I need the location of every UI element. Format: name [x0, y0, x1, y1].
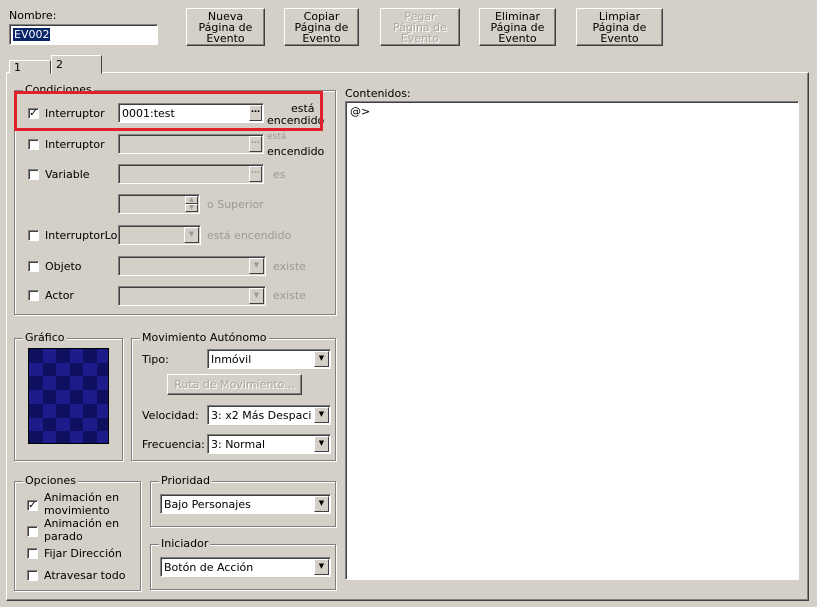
speed-dropdown-icon[interactable]: ▼: [314, 407, 329, 423]
through-label: Atravesar todo: [44, 569, 126, 582]
variable-operand-suffix: o Superior: [207, 198, 264, 211]
tab-page-2[interactable]: 2: [51, 55, 102, 74]
options-legend: Opciones: [23, 474, 78, 487]
delete-page-button[interactable]: Eliminar Página de Evento: [479, 8, 556, 46]
item-suffix: existe: [273, 260, 306, 273]
actor-checkbox[interactable]: [28, 290, 39, 301]
variable-field[interactable]: …: [118, 164, 264, 184]
contents-label: Contenidos:: [345, 87, 411, 100]
name-input[interactable]: EV002: [9, 24, 158, 45]
switch2-checkbox[interactable]: [28, 139, 39, 150]
item-select[interactable]: ▼: [118, 256, 266, 276]
walk-anim-label: Animación en movimiento: [44, 491, 120, 517]
movement-type-label: Tipo:: [142, 353, 169, 366]
direction-fix-label: Fijar Dirección: [44, 547, 122, 560]
move-route-button[interactable]: Ruta de Movimiento...: [167, 374, 302, 395]
copy-page-button[interactable]: Copiar Página de Evento: [284, 8, 359, 46]
item-checkbox[interactable]: [28, 261, 39, 272]
actor-label: Actor: [45, 289, 74, 302]
graphic-legend: Gráfico: [23, 331, 67, 344]
actor-select[interactable]: ▼: [118, 286, 266, 306]
graphic-sprite: [29, 349, 108, 443]
step-anim-checkbox[interactable]: [27, 526, 38, 537]
autonomous-movement-legend: Movimiento Autónomo: [140, 331, 269, 344]
local-switch-checkbox[interactable]: [28, 230, 39, 241]
variable-browse-button[interactable]: …: [249, 166, 262, 182]
actor-suffix: existe: [273, 289, 306, 302]
trigger-select[interactable]: Botón de Acción ▼: [160, 557, 331, 577]
spin-down-icon[interactable]: ▼: [185, 204, 198, 212]
spin-up-icon[interactable]: ▲: [185, 196, 198, 204]
variable-suffix: es: [273, 168, 286, 181]
item-label: Objeto: [45, 260, 82, 273]
switch2-suffix-2: encendido: [267, 145, 325, 158]
local-switch-dropdown-icon[interactable]: ▼: [184, 227, 199, 243]
name-label: Nombre:: [9, 9, 57, 22]
priority-dropdown-icon[interactable]: ▼: [314, 496, 329, 512]
movement-type-dropdown-icon[interactable]: ▼: [314, 351, 329, 367]
switch1-highlight: [14, 91, 323, 131]
trigger-legend: Iniciador: [159, 537, 211, 550]
priority-select[interactable]: Bajo Personajes ▼: [160, 494, 331, 514]
item-dropdown-icon[interactable]: ▼: [249, 258, 264, 274]
graphic-preview[interactable]: [28, 348, 109, 444]
name-input-value: EV002: [13, 28, 51, 41]
direction-fix-checkbox[interactable]: [27, 548, 38, 559]
switch2-suffix-1: está: [267, 132, 287, 142]
actor-dropdown-icon[interactable]: ▼: [249, 288, 264, 304]
command-line[interactable]: @>: [350, 105, 370, 118]
variable-operand-field[interactable]: ▲ ▼: [118, 194, 200, 214]
trigger-dropdown-icon[interactable]: ▼: [314, 559, 329, 575]
switch2-browse-button[interactable]: …: [249, 136, 262, 152]
clear-page-button[interactable]: Limpiar Página de Evento: [576, 8, 663, 46]
variable-checkbox[interactable]: [28, 169, 39, 180]
local-switch-label: InterruptorLo: [45, 229, 118, 242]
local-switch-select[interactable]: ▼: [118, 225, 201, 245]
switch2-label: Interruptor: [45, 138, 105, 151]
walk-anim-checkbox[interactable]: ✓: [27, 500, 38, 511]
switch2-field[interactable]: …: [118, 134, 264, 154]
step-anim-label: Animación en parado: [44, 517, 120, 543]
frequency-label: Frecuencia:: [142, 438, 205, 451]
speed-label: Velocidad:: [142, 409, 199, 422]
local-switch-suffix: está encendido: [207, 229, 292, 242]
new-page-button[interactable]: Nueva Página de Evento: [186, 8, 265, 46]
speed-select[interactable]: 3: x2 Más Despaci ▼: [207, 405, 331, 425]
tab-page-1[interactable]: 1: [9, 60, 51, 74]
paste-page-button[interactable]: Pegar Página de Evento: [380, 8, 460, 46]
variable-label: Variable: [45, 168, 90, 181]
priority-legend: Prioridad: [159, 474, 213, 487]
through-checkbox[interactable]: [27, 570, 38, 581]
frequency-dropdown-icon[interactable]: ▼: [314, 436, 329, 452]
movement-type-select[interactable]: Inmóvil ▼: [207, 349, 331, 369]
frequency-select[interactable]: 3: Normal ▼: [207, 434, 331, 454]
event-commands-list[interactable]: @>: [345, 101, 799, 580]
